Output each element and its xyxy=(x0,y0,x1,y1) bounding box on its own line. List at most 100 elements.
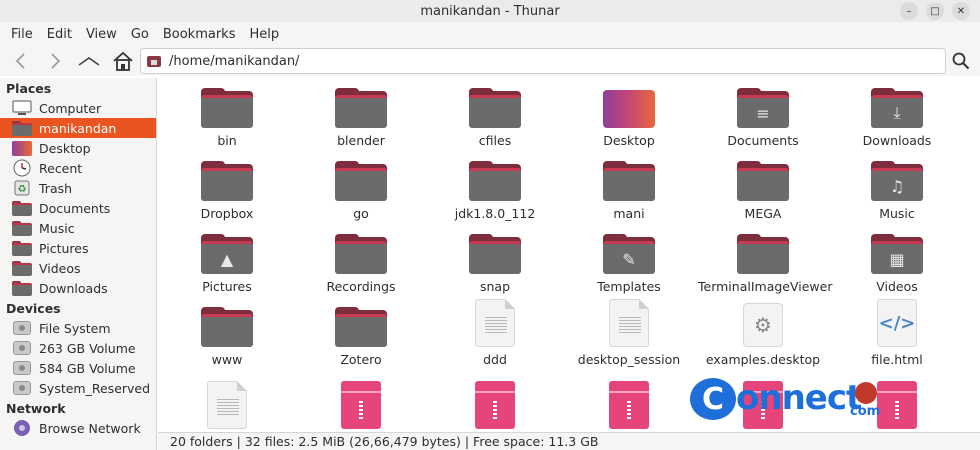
sidebar-item-label: Music xyxy=(39,220,75,236)
text-file-icon xyxy=(200,381,254,429)
sidebar-item-downloads[interactable]: Downloads xyxy=(0,278,156,298)
file-item[interactable]: ⚙ examples.desktop xyxy=(696,303,830,385)
home-folder-icon xyxy=(12,120,32,136)
back-button[interactable] xyxy=(6,48,36,74)
home-folder-icon xyxy=(147,56,161,67)
archive-file-icon xyxy=(602,381,656,429)
file-item[interactable]: mani xyxy=(562,157,696,230)
folder-icon xyxy=(334,84,388,128)
file-item[interactable]: ddd xyxy=(428,299,562,385)
documents-folder-icon xyxy=(12,200,32,216)
file-item[interactable]: bin xyxy=(160,84,294,157)
file-item[interactable] xyxy=(160,381,294,430)
file-item[interactable]: ≡ Documents xyxy=(696,84,830,157)
sidebar-item-desktop[interactable]: Desktop xyxy=(0,138,156,158)
sidebar-network-browse-network[interactable]: Browse Network xyxy=(0,418,156,438)
sidebar-device-file-system[interactable]: File System xyxy=(0,318,156,338)
home-button[interactable] xyxy=(108,48,138,74)
drive-icon xyxy=(12,380,32,396)
folder-icon: ✎ xyxy=(602,230,656,274)
file-item[interactable]: Dropbox xyxy=(160,157,294,230)
file-name: bin xyxy=(217,133,237,148)
folder-icon xyxy=(468,157,522,201)
file-name: Pictures xyxy=(202,279,252,294)
downloads-folder-icon xyxy=(12,280,32,296)
window-controls: – □ ✕ xyxy=(900,2,970,20)
chevron-left-icon xyxy=(15,53,25,69)
sidebar-item-documents[interactable]: Documents xyxy=(0,198,156,218)
gear-icon: ⚙ xyxy=(736,303,790,347)
file-item[interactable]: www xyxy=(160,303,294,385)
file-item[interactable]: ⤓ Downloads xyxy=(830,84,964,157)
file-item[interactable]: Recordings xyxy=(294,230,428,303)
folder-icon: ▦ xyxy=(870,230,924,274)
menu-go[interactable]: Go xyxy=(124,27,156,42)
sidebar-item-trash[interactable]: ♻ Trash xyxy=(0,178,156,198)
forward-button[interactable] xyxy=(40,48,70,74)
drive-icon xyxy=(12,360,32,376)
file-item[interactable] xyxy=(294,381,428,430)
sidebar: Places Computer manikandan Desktop Recent ♻ T… xyxy=(0,78,157,450)
file-item[interactable]: ▲ Pictures xyxy=(160,230,294,303)
file-name: Desktop xyxy=(603,133,655,148)
menu-file[interactable]: File xyxy=(4,27,40,42)
file-item[interactable]: snap xyxy=(428,230,562,303)
globe-icon xyxy=(855,382,877,404)
menu-edit[interactable]: Edit xyxy=(40,27,79,42)
search-button[interactable] xyxy=(948,48,974,74)
file-name: examples.desktop xyxy=(705,352,821,367)
file-item[interactable]: cfiles xyxy=(428,84,562,157)
close-icon[interactable]: ✕ xyxy=(952,2,970,20)
minimize-icon[interactable]: – xyxy=(900,2,918,20)
file-name: Documents xyxy=(727,133,799,148)
toolbar: /home/manikandan/ xyxy=(0,46,980,76)
file-item[interactable]: MEGA xyxy=(696,157,830,230)
file-item[interactable]: TerminalImageViewer xyxy=(696,230,833,303)
location-bar[interactable]: /home/manikandan/ xyxy=(140,48,946,74)
menu-bookmarks[interactable]: Bookmarks xyxy=(156,27,243,42)
file-item[interactable]: Desktop xyxy=(562,84,696,157)
home-icon xyxy=(113,51,133,71)
file-name: www xyxy=(211,352,243,367)
sidebar-item-recent[interactable]: Recent xyxy=(0,158,156,178)
file-item[interactable] xyxy=(562,381,696,430)
pictures-folder-icon xyxy=(12,240,32,256)
sidebar-item-computer[interactable]: Computer xyxy=(0,98,156,118)
file-name: MEGA xyxy=(744,206,782,221)
file-item[interactable]: Zotero xyxy=(294,303,428,385)
folder-icon xyxy=(200,303,254,347)
parent-folder-button[interactable] xyxy=(74,48,104,74)
svg-text:♻: ♻ xyxy=(18,184,27,195)
search-icon xyxy=(952,52,970,70)
file-item[interactable]: desktop_session xyxy=(562,299,696,385)
file-name: TerminalImageViewer xyxy=(698,279,833,294)
chevron-up-icon xyxy=(78,57,100,66)
sidebar-device-584-gb-volume[interactable]: 584 GB Volume xyxy=(0,358,156,378)
file-name: blender xyxy=(337,133,385,148)
folder-icon: ≡ xyxy=(736,84,790,128)
file-item[interactable]: go xyxy=(294,157,428,230)
file-item[interactable] xyxy=(428,381,562,430)
file-item[interactable]: ▦ Videos xyxy=(830,230,964,303)
sidebar-item-videos[interactable]: Videos xyxy=(0,258,156,278)
menu-view[interactable]: View xyxy=(79,27,124,42)
folder-icon: ▲ xyxy=(200,230,254,274)
file-item[interactable]: </> file.html xyxy=(830,299,964,385)
folder-icon xyxy=(334,157,388,201)
file-item[interactable]: jdk1.8.0_112 xyxy=(428,157,562,230)
sidebar-device-263-gb-volume[interactable]: 263 GB Volume xyxy=(0,338,156,358)
maximize-icon[interactable]: □ xyxy=(926,2,944,20)
sidebar-item-manikandan[interactable]: manikandan xyxy=(0,118,156,138)
videos-folder-icon xyxy=(12,260,32,276)
sidebar-device-system-reserved[interactable]: System_Reserved xyxy=(0,378,156,398)
menu-help[interactable]: Help xyxy=(242,27,286,42)
music-folder-icon xyxy=(12,220,32,236)
sidebar-item-label: System_Reserved xyxy=(39,380,151,396)
file-item[interactable]: blender xyxy=(294,84,428,157)
folder-icon xyxy=(736,157,790,201)
devices-list: File System 263 GB Volume 584 GB Volume Sys… xyxy=(0,318,156,398)
sidebar-item-pictures[interactable]: Pictures xyxy=(0,238,156,258)
file-item[interactable]: ♫ Music xyxy=(830,157,964,230)
sidebar-item-music[interactable]: Music xyxy=(0,218,156,238)
file-item[interactable]: ✎ Templates xyxy=(562,230,696,303)
